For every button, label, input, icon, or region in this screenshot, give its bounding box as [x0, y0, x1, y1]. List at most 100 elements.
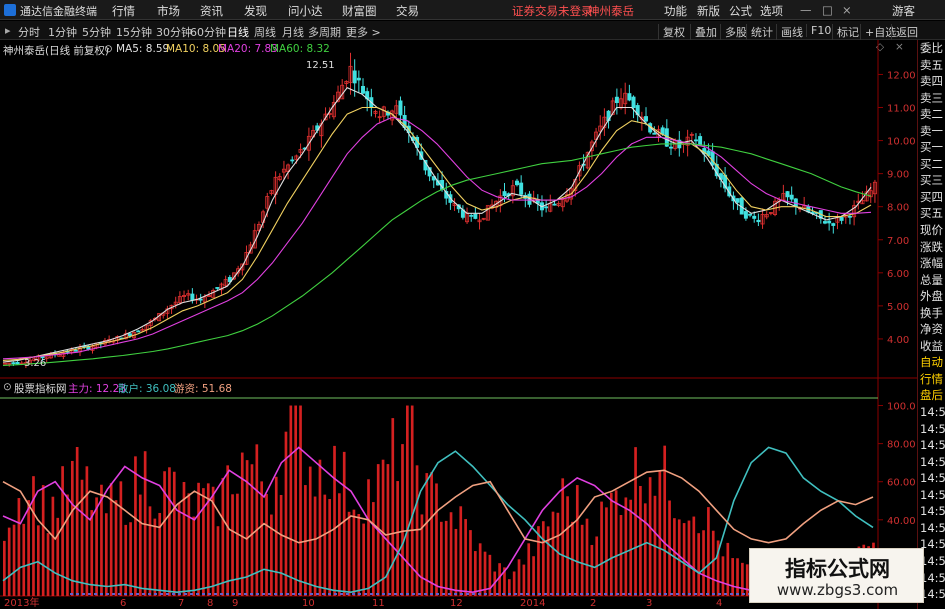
- tab-more[interactable]: 更多 >: [346, 24, 381, 40]
- indicator-settings-icon[interactable]: ⊙: [3, 381, 12, 393]
- date-strip-mark: [196, 593, 199, 595]
- indicator-bar: [347, 511, 351, 596]
- chart-option-icon[interactable]: ◇: [876, 41, 884, 53]
- date-strip-mark: [220, 593, 223, 595]
- multi-stock-button[interactable]: 多股: [720, 24, 747, 40]
- tab-60min[interactable]: 60分钟: [190, 24, 226, 40]
- drawing-button[interactable]: 画线: [776, 24, 803, 40]
- tab-weekly[interactable]: 周线: [254, 24, 276, 40]
- menu-item-formula[interactable]: 公式: [729, 3, 752, 19]
- indicator-bar: [226, 465, 230, 596]
- candle-body: [390, 110, 395, 121]
- date-strip-mark: [508, 593, 511, 595]
- candle-body: [539, 202, 544, 211]
- restore-rights-button[interactable]: 复权: [658, 24, 685, 40]
- date-strip-mark: [70, 593, 73, 595]
- ma20-legend: MA20: 7.83: [218, 43, 278, 55]
- side-panel-item: 14:5: [920, 454, 945, 469]
- candle-body: [127, 333, 132, 337]
- indicator-line-1: [2, 446, 874, 594]
- price-tick-label: 12.00: [887, 70, 916, 81]
- candle-body: [277, 176, 282, 181]
- indicator-bar: [294, 405, 298, 596]
- tab-multi-period[interactable]: 多周期: [308, 24, 341, 40]
- menu-item-wealth[interactable]: 财富圈: [342, 3, 377, 19]
- candle-body: [452, 203, 457, 206]
- tab-30min[interactable]: 30分钟: [156, 24, 192, 40]
- menu-item-options[interactable]: 选项: [760, 3, 783, 19]
- candle-body: [394, 105, 399, 114]
- f10-button[interactable]: F10: [806, 24, 831, 37]
- date-strip-mark: [418, 593, 421, 595]
- candle-body: [327, 113, 332, 115]
- indicator-bar: [386, 464, 390, 596]
- candle-body: [594, 131, 599, 140]
- tab-5min[interactable]: 5分钟: [82, 24, 111, 40]
- indicator-bar: [313, 496, 317, 596]
- side-panel-item: 盘后: [920, 388, 943, 403]
- menu-item-discover[interactable]: 发现: [244, 3, 267, 19]
- indicator-bar: [129, 522, 132, 596]
- tab-1min[interactable]: 1分钟: [48, 24, 77, 40]
- indicator-bar: [182, 482, 186, 596]
- candle-body: [469, 214, 474, 217]
- mark-button[interactable]: 标记: [832, 24, 859, 40]
- indicator-bar: [51, 496, 55, 596]
- date-strip-mark: [340, 593, 343, 595]
- side-panel-item: 外盘: [920, 289, 943, 304]
- date-tick-label: 7: [178, 598, 184, 609]
- candle-body: [827, 220, 832, 224]
- date-strip-mark: [562, 593, 565, 595]
- candle-body: [793, 198, 798, 207]
- back-button[interactable]: 返回: [891, 24, 918, 40]
- trade-status[interactable]: 证券交易未登录: [512, 3, 593, 19]
- candle-body: [739, 197, 744, 215]
- date-strip-mark: [172, 593, 175, 595]
- candle-body: [94, 342, 99, 349]
- candle-body: [427, 167, 432, 177]
- candle-body: [132, 331, 137, 339]
- candle-body: [589, 141, 594, 152]
- tab-monthly[interactable]: 月线: [282, 24, 304, 40]
- candle-body: [361, 85, 365, 94]
- candle-body: [460, 209, 465, 218]
- candle-body: [431, 176, 436, 181]
- candle-body: [602, 116, 607, 128]
- menu-item-ask[interactable]: 问小达: [288, 3, 323, 19]
- menu-item-trade[interactable]: 交易: [396, 3, 419, 19]
- overlay-button[interactable]: 叠加: [690, 24, 717, 40]
- indicator-bar: [109, 483, 113, 596]
- indicator-bar: [104, 513, 108, 596]
- candle-body: [377, 116, 382, 119]
- menu-item-function[interactable]: 功能: [664, 3, 687, 19]
- indicator-bar: [575, 485, 579, 596]
- tab-daily[interactable]: 日线: [227, 24, 249, 40]
- ma-line-ma5: [2, 87, 872, 363]
- close-icon[interactable]: ×: [842, 3, 852, 17]
- statistics-button[interactable]: 统计: [746, 24, 773, 40]
- gear-icon[interactable]: ⊙: [104, 43, 113, 55]
- chart-close-icon[interactable]: ×: [895, 41, 904, 53]
- candle-body: [365, 91, 370, 100]
- date-strip-mark: [298, 593, 301, 595]
- minimize-icon[interactable]: —: [800, 3, 812, 17]
- candle-body: [648, 123, 653, 133]
- indicator-bar: [658, 471, 662, 596]
- menu-item-market[interactable]: 市场: [157, 3, 180, 19]
- candle-body: [340, 84, 345, 100]
- candle-body: [352, 70, 357, 84]
- menu-item-quote[interactable]: 行情: [112, 3, 135, 19]
- tab-minute[interactable]: 分时: [18, 24, 40, 40]
- menu-item-newversion[interactable]: 新版: [697, 3, 720, 19]
- date-strip-mark: [598, 593, 601, 595]
- maximize-icon[interactable]: □: [822, 3, 833, 17]
- candle-body: [173, 301, 178, 305]
- candle-body: [65, 350, 70, 353]
- expand-icon[interactable]: ▸: [5, 24, 11, 37]
- tab-15min[interactable]: 15分钟: [116, 24, 152, 40]
- indicator-bar: [469, 530, 472, 596]
- candle-body: [644, 116, 648, 122]
- side-panel-item: 买三: [920, 173, 943, 188]
- user-label[interactable]: 游客: [892, 3, 915, 19]
- menu-item-news[interactable]: 资讯: [200, 3, 223, 19]
